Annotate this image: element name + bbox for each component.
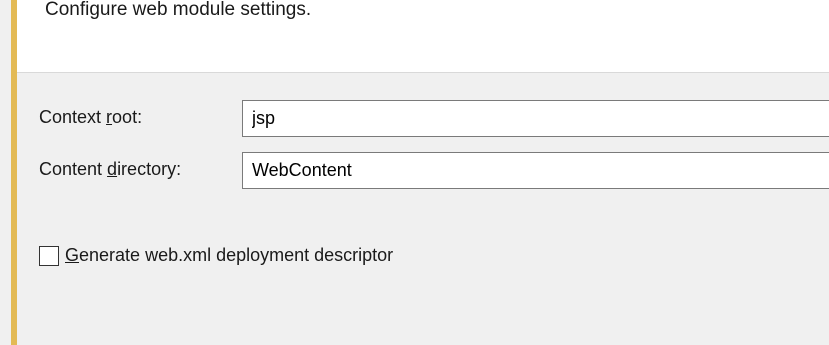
generate-descriptor-label-suffix: enerate web.xml deployment descriptor (79, 245, 394, 265)
context-root-label-prefix: Context (39, 107, 107, 127)
content-directory-label-mnemonic: d (107, 159, 118, 179)
generate-descriptor-checkbox[interactable] (39, 245, 59, 266)
content-directory-label-suffix: irectory: (117, 159, 182, 179)
content-directory-label-prefix: Content (39, 159, 108, 179)
context-root-label: Context root: (39, 107, 142, 128)
context-root-input[interactable] (242, 100, 829, 137)
generate-descriptor-label[interactable]: Generate web.xml deployment descriptor (65, 245, 393, 266)
banner-description: Configure web module settings. (45, 0, 312, 20)
content-directory-label: Content directory: (39, 159, 181, 180)
web-module-wizard-page: Configure web module settings. Context r… (0, 0, 829, 345)
wizard-banner: Configure web module settings. (17, 0, 829, 73)
generate-descriptor-checkbox-row[interactable]: Generate web.xml deployment descriptor (39, 245, 393, 266)
content-directory-input[interactable] (242, 152, 829, 189)
context-root-label-suffix: oot: (112, 107, 143, 127)
generate-descriptor-label-mnemonic: G (65, 245, 80, 265)
